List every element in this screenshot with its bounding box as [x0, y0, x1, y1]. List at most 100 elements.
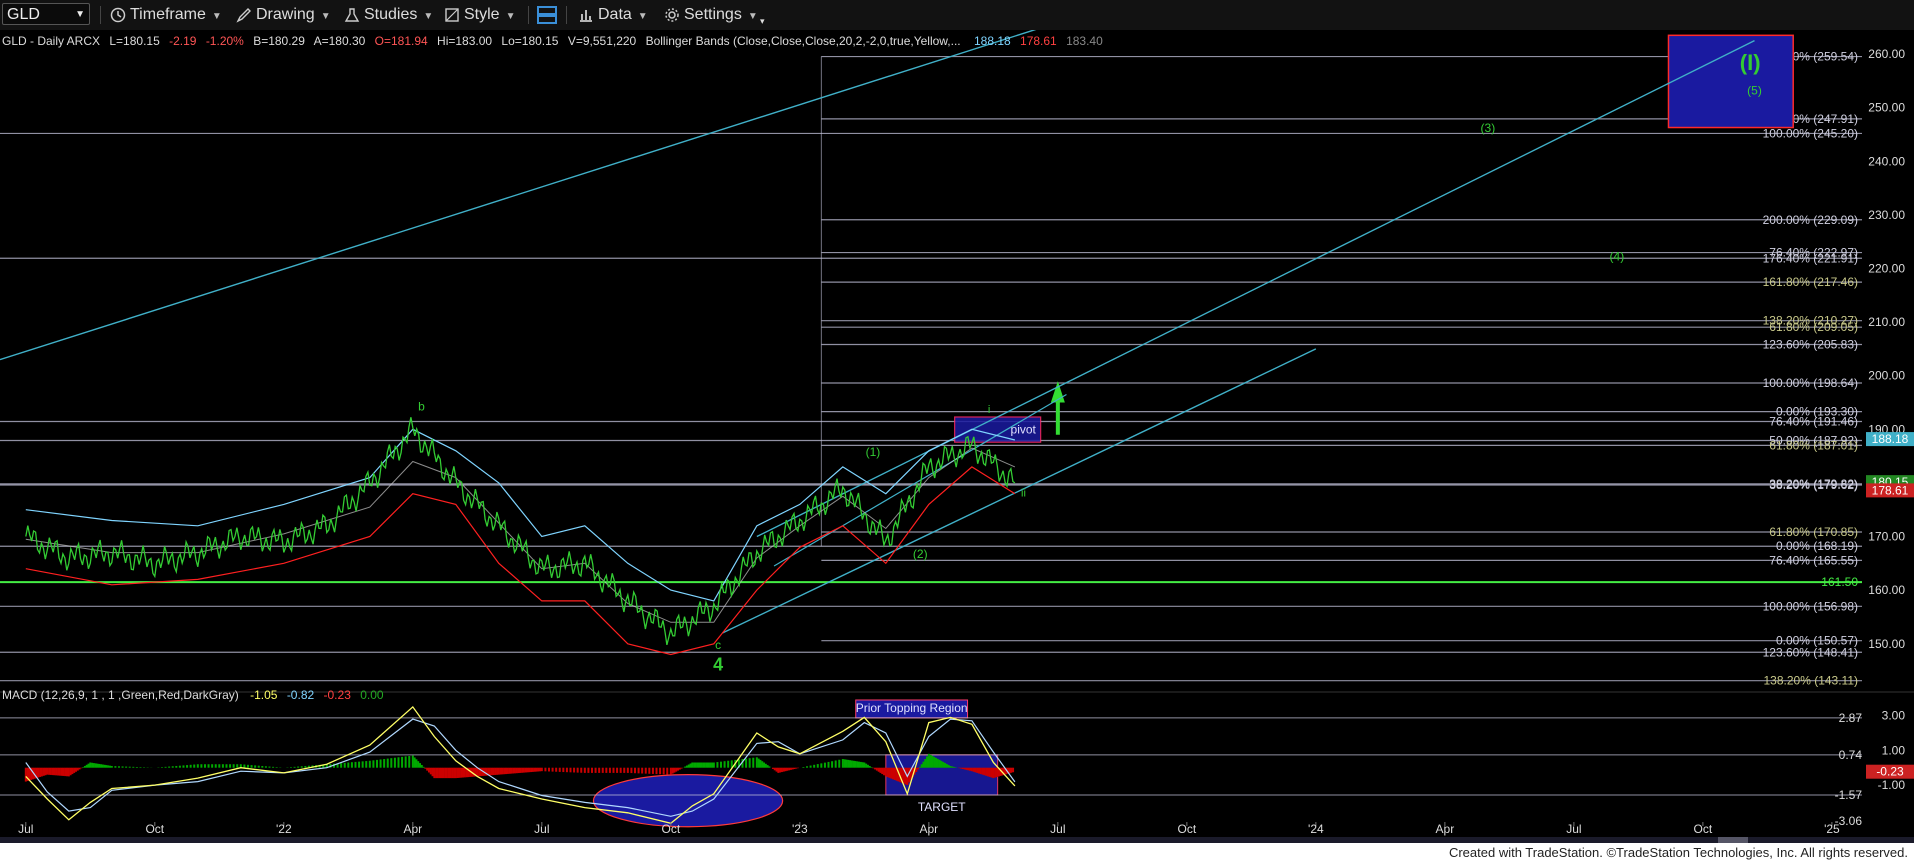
- chevron-down-icon: ▼: [505, 11, 516, 22]
- price-axis-label: 260.00: [1868, 47, 1905, 61]
- fib-label: 0.00% (168.19): [1776, 539, 1858, 553]
- settings-menu[interactable]: Settings ▼: [664, 4, 758, 26]
- price-axis-label: 240.00: [1868, 154, 1905, 168]
- settings-label: Settings: [684, 6, 742, 23]
- wave-label: (1): [866, 445, 881, 459]
- chevron-down-icon: ▼: [637, 11, 648, 22]
- time-axis-label: '24: [1308, 822, 1324, 836]
- high-price: Hi=183.00: [437, 34, 492, 48]
- fib-label: 138.20% (143.11): [1763, 674, 1858, 688]
- price-axis-label: 250.00: [1868, 101, 1905, 115]
- last-price: L=180.15: [109, 34, 160, 48]
- chevron-down-icon: ▼: [747, 11, 758, 22]
- wave-label: (5): [1747, 83, 1762, 97]
- time-axis-label: Oct: [145, 822, 164, 836]
- clock-icon: [110, 7, 126, 23]
- macd-tag-label: -0.23: [1876, 765, 1904, 779]
- studies-menu[interactable]: Studies ▼: [344, 4, 433, 26]
- timeframe-menu[interactable]: Timeframe ▼: [110, 4, 222, 26]
- time-axis-label: Apr: [1436, 822, 1455, 836]
- macd-header: MACD (12,26,9, 1 , 1 ,Green,Red,DarkGray…: [2, 688, 384, 702]
- bb-mid-value: 183.40: [1066, 34, 1103, 48]
- net-change: -2.19: [169, 34, 197, 48]
- wave-label: ii: [1021, 487, 1026, 499]
- fib-label: 176.40% (221.91): [1763, 251, 1858, 265]
- wave-label: (I): [1740, 50, 1761, 75]
- chart-title: GLD - Daily ARCX: [2, 34, 100, 48]
- fib-label: 161.80% (217.46): [1763, 275, 1858, 289]
- price-tag-label: 188.18: [1872, 432, 1909, 446]
- fib-label: 100.00% (156.98): [1763, 599, 1858, 613]
- low-price: Lo=180.15: [501, 34, 558, 48]
- drawing-menu[interactable]: Drawing ▼: [236, 4, 331, 26]
- bar-chart-icon: [580, 9, 592, 22]
- wave-label: (4): [1610, 249, 1625, 263]
- price-axis-label: 220.00: [1868, 262, 1905, 276]
- time-axis-label: Apr: [403, 822, 422, 836]
- time-axis-label: Oct: [1178, 822, 1197, 836]
- price-axis-label: 230.00: [1868, 208, 1905, 222]
- macd-axis-label: 1.00: [1882, 743, 1906, 757]
- fib-label: 123.60% (205.83): [1763, 337, 1858, 351]
- chevron-down-icon: ▼: [423, 11, 434, 22]
- wave-label: (3): [1481, 121, 1496, 135]
- wave-label: (2): [913, 547, 928, 561]
- price-axis-label: 170.00: [1868, 530, 1905, 544]
- fib-label: 100.00% (198.64): [1763, 376, 1858, 390]
- macd-axis-label: -1.57: [1835, 788, 1863, 802]
- time-axis-label: '25: [1824, 822, 1840, 836]
- symbol-value: GLD: [7, 6, 40, 23]
- style-menu[interactable]: Style ▼: [444, 4, 515, 26]
- layout-icon: [537, 5, 557, 24]
- time-axis-label: '22: [276, 822, 292, 836]
- symbol-input[interactable]: GLD ▼: [2, 3, 90, 25]
- target-label: TARGET: [918, 800, 966, 814]
- fib-label: 200.00% (229.09): [1763, 213, 1858, 227]
- study-name: Bollinger Bands (Close,Close,Close,20,2,…: [646, 34, 961, 48]
- bb-upper-value: 188.18: [974, 34, 1011, 48]
- drawing-label: Drawing: [256, 6, 315, 23]
- style-icon: [445, 8, 459, 22]
- toolbar-divider: [528, 6, 529, 24]
- volume: V=9,551,220: [568, 34, 637, 48]
- toolbar-divider: [566, 6, 567, 24]
- footer: Created with TradeStation. ©TradeStation…: [0, 843, 1914, 863]
- signal-value: -0.82: [287, 688, 315, 702]
- time-axis-label: Oct: [1694, 822, 1713, 836]
- chevron-down-icon: ▼: [211, 11, 222, 22]
- fib-label: 100.00% (245.20): [1763, 126, 1858, 140]
- time-axis-label: Jul: [1050, 822, 1065, 836]
- wave-label: i: [988, 404, 990, 416]
- fib-label: 61.80% (187.01): [1769, 438, 1858, 452]
- time-axis-label: '23: [792, 822, 808, 836]
- pct-change: -1.20%: [206, 34, 244, 48]
- toolbar-more-icon[interactable]: ▾: [760, 10, 765, 32]
- toolbar-divider: [100, 6, 101, 24]
- chevron-down-icon[interactable]: ▼: [75, 4, 85, 26]
- chevron-down-icon: ▼: [320, 11, 331, 22]
- price-axis-label: 200.00: [1868, 369, 1905, 383]
- price-chart[interactable]: 300.00% (259.54)261.80% (247.91)100.00% …: [0, 30, 1914, 837]
- fib-label: 123.60% (148.41): [1763, 645, 1858, 659]
- data-label: Data: [598, 6, 632, 23]
- data-menu[interactable]: Data ▼: [578, 4, 648, 26]
- wave-label: c: [715, 638, 721, 652]
- timeframe-label: Timeframe: [130, 6, 206, 23]
- layout-button[interactable]: [536, 4, 562, 26]
- fib-label: 61.80% (209.05): [1769, 320, 1858, 334]
- price-axis-label: 210.00: [1868, 315, 1905, 329]
- fib-label: 38.20% (179.62): [1769, 478, 1858, 492]
- macd-value: -1.05: [250, 688, 278, 702]
- fib-label: 61.80% (170.85): [1769, 525, 1858, 539]
- time-axis-label: Jul: [534, 822, 549, 836]
- zero-value: 0.00: [360, 688, 384, 702]
- time-axis-label: Jul: [1566, 822, 1581, 836]
- flask-icon: [344, 8, 360, 22]
- fib-label: 76.40% (165.55): [1769, 553, 1858, 567]
- time-axis-label: Apr: [920, 822, 939, 836]
- style-label: Style: [464, 6, 500, 23]
- wave-label: 4: [713, 655, 723, 675]
- target-region-ellipse: [592, 774, 784, 828]
- time-axis-label: Oct: [662, 822, 681, 836]
- bid-price: B=180.29: [253, 34, 305, 48]
